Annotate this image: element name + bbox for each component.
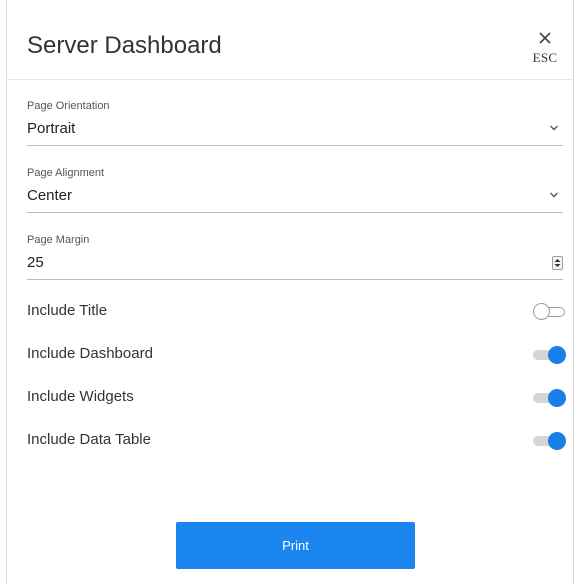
orientation-select[interactable]: Portrait (27, 115, 563, 146)
print-dialog: Server Dashboard ESC Page Orientation Po… (6, 0, 574, 584)
toggle-label: Include Data Table (27, 431, 151, 448)
orientation-label: Page Orientation (27, 100, 110, 112)
chevron-down-icon[interactable] (549, 124, 559, 132)
dialog-header: Server Dashboard ESC (7, 0, 573, 80)
margin-label: Page Margin (27, 234, 90, 246)
toggle-label: Include Widgets (27, 388, 134, 405)
margin-value[interactable]: 25 (27, 254, 44, 271)
toggle-row-widgets: Include Widgets (27, 386, 567, 410)
toggle-row-dashboard: Include Dashboard (27, 343, 567, 367)
toggle-thumb (548, 432, 566, 450)
orientation-value: Portrait (27, 120, 76, 137)
chevron-down-icon[interactable] (549, 191, 559, 199)
margin-input[interactable]: 25 (27, 249, 563, 280)
include-title-toggle[interactable] (533, 302, 567, 322)
close-icon[interactable] (537, 30, 553, 46)
esc-hint: ESC (532, 50, 558, 65)
include-data-table-toggle[interactable] (533, 431, 567, 451)
toggle-row-title: Include Title (27, 300, 567, 324)
stepper-icon[interactable] (552, 256, 563, 270)
toggle-row-data-table: Include Data Table (27, 429, 567, 453)
include-dashboard-toggle[interactable] (533, 345, 567, 365)
alignment-select[interactable]: Center (27, 182, 563, 213)
toggle-thumb (548, 346, 566, 364)
toggle-label: Include Dashboard (27, 345, 153, 362)
toggle-thumb (548, 389, 566, 407)
include-widgets-toggle[interactable] (533, 388, 567, 408)
print-button[interactable]: Print (176, 522, 415, 569)
toggle-thumb (533, 303, 550, 320)
close-button[interactable]: ESC (525, 30, 565, 66)
alignment-value: Center (27, 187, 73, 204)
dialog-title: Server Dashboard (27, 32, 222, 59)
alignment-label: Page Alignment (27, 167, 105, 179)
toggle-label: Include Title (27, 302, 108, 319)
